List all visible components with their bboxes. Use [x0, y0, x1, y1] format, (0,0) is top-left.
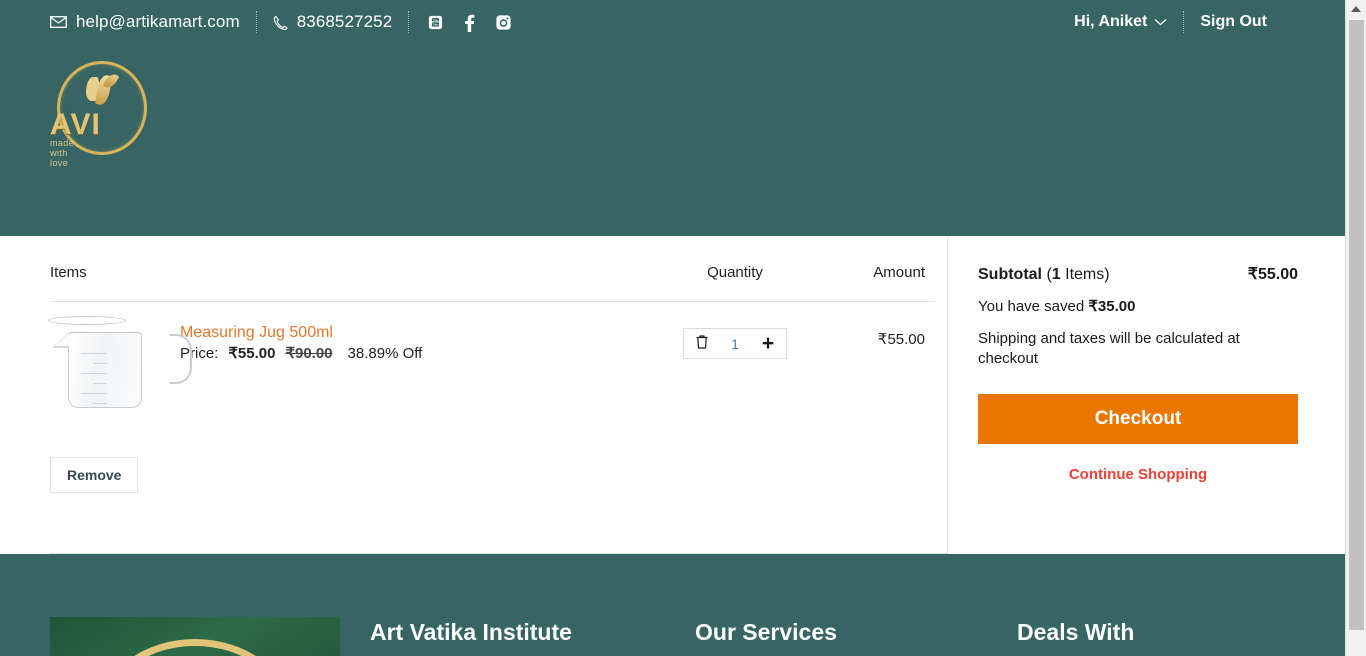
greeting-text: Hi, Aniket	[1074, 13, 1147, 31]
topbar-divider-1	[256, 11, 257, 33]
trash-icon	[695, 334, 709, 353]
increase-quantity-button[interactable]: +	[750, 329, 786, 358]
footer-column-services: Our Services	[695, 617, 1017, 656]
column-header-amount: Amount	[825, 264, 935, 281]
cart-items-panel: Items Quantity Amount	[50, 236, 948, 553]
product-info: Measuring Jug 500ml Price: ₹55.00 ₹90.00…	[172, 320, 645, 362]
remove-button[interactable]: Remove	[50, 457, 138, 493]
scroll-up-button[interactable]	[1346, 0, 1366, 17]
footer-logo[interactable]	[50, 617, 340, 656]
footer-logo-arc-decoration	[102, 639, 288, 656]
sign-out-link[interactable]: Sign Out	[1200, 13, 1267, 31]
browser-scrollbar[interactable]	[1345, 0, 1366, 656]
phone-icon	[273, 15, 288, 30]
footer-column-deals: Deals With	[1017, 617, 1134, 656]
checkout-button[interactable]: Checkout	[978, 394, 1298, 444]
savings-amount: ₹35.00	[1088, 298, 1135, 315]
jug-measure-marks	[81, 353, 131, 413]
subtotal-items-word: Items	[1065, 266, 1104, 283]
footer-heading-deals: Deals With	[1017, 619, 1134, 646]
instagram-icon[interactable]	[495, 14, 512, 31]
subtotal-amount: ₹55.00	[1248, 264, 1298, 284]
product-discount-percent: 38.89% Off	[343, 345, 423, 362]
subtotal-label-group: Subtotal (1 Items)	[978, 266, 1248, 284]
site-footer: Art Vatika Institute Our Services Deals …	[0, 554, 1345, 656]
footer-heading-institute: Art Vatika Institute	[370, 619, 695, 646]
product-image[interactable]	[50, 320, 172, 425]
cart-table-header: Items Quantity Amount	[50, 236, 935, 302]
delete-item-button[interactable]	[684, 329, 720, 358]
youtube-icon[interactable]: You Tube	[427, 14, 444, 31]
chevron-up-icon	[1351, 6, 1361, 12]
savings-line: You have saved ₹35.00	[978, 297, 1298, 315]
scrollbar-thumb[interactable]	[1349, 20, 1364, 630]
brand-header: AVI made with love	[0, 44, 1345, 236]
product-name-link[interactable]: Measuring Jug 500ml	[180, 324, 333, 342]
top-utility-bar: help@artikamart.com 8368527252	[0, 0, 1345, 44]
account-menu-toggle[interactable]: Hi, Aniket	[1074, 13, 1167, 31]
social-links: You Tube	[427, 13, 512, 32]
product-original-price: ₹90.00	[285, 344, 332, 362]
facebook-icon[interactable]	[464, 13, 475, 32]
envelope-icon	[50, 16, 67, 28]
svg-text:Tube: Tube	[433, 22, 440, 26]
cart-item-row: Measuring Jug 500ml Price: ₹55.00 ₹90.00…	[50, 302, 935, 425]
browser-viewport: help@artikamart.com 8368527252	[0, 0, 1345, 656]
quantity-value[interactable]: 1	[720, 336, 750, 352]
topbar-divider-3	[1183, 11, 1184, 33]
continue-shopping-link[interactable]: Continue Shopping	[978, 466, 1298, 483]
scroll-down-button[interactable]	[1346, 639, 1366, 656]
contact-phone-text: 8368527252	[297, 12, 393, 32]
product-price-line: Price: ₹55.00 ₹90.00 38.89% Off	[180, 344, 645, 362]
chevron-down-icon	[1154, 13, 1167, 31]
shipping-note: Shipping and taxes will be calculated at…	[978, 329, 1298, 370]
jug-rim	[48, 316, 126, 325]
topbar-divider-2	[408, 11, 409, 33]
page-root: help@artikamart.com 8368527252	[0, 0, 1366, 656]
measuring-jug-icon	[68, 332, 142, 408]
subtotal-label: Subtotal	[978, 266, 1042, 283]
subtotal-paren-close: )	[1104, 266, 1109, 283]
cart-section: Items Quantity Amount	[0, 236, 1345, 553]
quantity-stepper: 1 +	[683, 328, 787, 359]
savings-prefix: You have saved	[978, 298, 1084, 315]
subtotal-count: 1	[1052, 266, 1061, 283]
jug-handle	[170, 334, 192, 384]
contact-email-text: help@artikamart.com	[76, 12, 240, 32]
plus-icon: +	[762, 333, 774, 354]
footer-heading-services: Our Services	[695, 619, 1017, 646]
footer-columns: Art Vatika Institute Our Services Deals …	[0, 554, 1345, 656]
subtotal-row: Subtotal (1 Items) ₹55.00	[978, 264, 1298, 284]
topbar-contact-group: help@artikamart.com 8368527252	[50, 11, 512, 33]
quantity-cell: 1 +	[645, 320, 825, 359]
item-amount: ₹55.00	[825, 320, 935, 348]
footer-logo-column	[50, 617, 370, 656]
product-current-price: ₹55.00	[228, 344, 275, 362]
order-summary-panel: Subtotal (1 Items) ₹55.00 You have saved…	[948, 236, 1345, 553]
topbar-account-group: Hi, Aniket Sign Out	[1074, 11, 1327, 33]
footer-column-institute: Art Vatika Institute	[370, 617, 695, 656]
column-header-quantity: Quantity	[645, 264, 825, 281]
contact-phone[interactable]: 8368527252	[273, 12, 393, 32]
remove-button-wrap: Remove	[50, 425, 935, 515]
svg-text:You: You	[433, 17, 438, 21]
subtotal-paren-open: (	[1042, 266, 1052, 283]
column-header-items: Items	[50, 264, 645, 281]
contact-email[interactable]: help@artikamart.com	[50, 12, 240, 32]
